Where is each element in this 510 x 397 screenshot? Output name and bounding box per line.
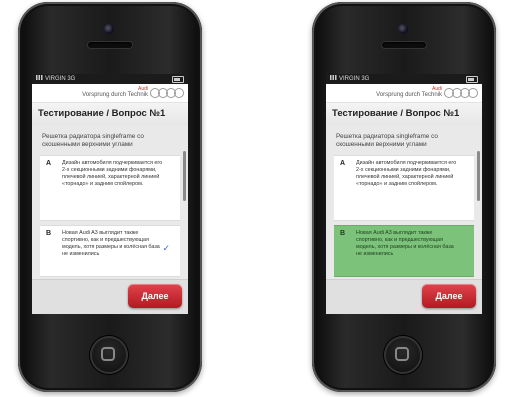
answer-b-correct[interactable]: B Новая Audi A3 выглядит также спортивно…: [334, 225, 474, 277]
answer-a[interactable]: A Дизайн автомобиля подчеркивается его 2…: [334, 155, 474, 221]
page-title: Тестирование / Вопрос №1: [38, 108, 166, 119]
status-bar: VIRGIN 3G: [326, 74, 482, 84]
footer-bar: Далее: [326, 279, 482, 314]
battery-icon: [466, 76, 478, 83]
home-button[interactable]: [90, 336, 128, 374]
page-title: Тестирование / Вопрос №1: [332, 108, 460, 119]
camera-icon: [398, 24, 408, 34]
answer-letter: A: [340, 160, 346, 167]
answer-b[interactable]: B Новая Audi A3 выглядит также спортивно…: [40, 225, 180, 277]
phone-screen: VIRGIN 3G Audi Vorsprung durch Technik Т…: [32, 74, 188, 314]
status-bar: VIRGIN 3G: [32, 74, 188, 84]
carrier: VIRGIN: [339, 76, 360, 82]
signal-icon: [36, 75, 44, 80]
answer-text: Новая Audi A3 выглядит также спортивно, …: [62, 230, 160, 257]
checkmark-icon: ✓: [162, 243, 170, 253]
answer-letter: B: [46, 230, 52, 237]
answer-letter: A: [46, 160, 52, 167]
brand-header: Audi Vorsprung durch Technik: [326, 84, 482, 103]
camera-icon: [104, 24, 114, 34]
battery-icon: [172, 76, 184, 83]
next-button[interactable]: Далее: [128, 284, 182, 308]
audi-rings-logo: [444, 88, 478, 98]
question-text: Решетка радиатора singleframe со скошенн…: [42, 133, 144, 148]
carrier: VIRGIN: [45, 76, 66, 82]
phone-right: VIRGIN 3G Audi Vorsprung durch Technik Т…: [312, 2, 496, 392]
speaker-grille: [382, 42, 426, 48]
brand-slogan: Vorsprung durch Technik: [376, 92, 442, 98]
title-bar: Тестирование / Вопрос №1: [32, 103, 188, 126]
phone-left: VIRGIN 3G Audi Vorsprung durch Technik Т…: [18, 2, 202, 392]
network: 3G: [67, 76, 76, 82]
title-bar: Тестирование / Вопрос №1: [326, 103, 482, 126]
home-square-icon: [101, 347, 115, 361]
answer-text: Дизайн автомобиля подчеркивается его 2-х…: [356, 160, 457, 187]
quiz-content[interactable]: Решетка радиатора singleframe со скошенн…: [326, 125, 482, 314]
signal-icon: [330, 75, 338, 80]
brand-slogan: Vorsprung durch Technik: [82, 92, 148, 98]
network: 3G: [361, 76, 370, 82]
audi-rings-logo: [150, 88, 184, 98]
home-button[interactable]: [384, 336, 422, 374]
footer-bar: Далее: [32, 279, 188, 314]
question-text: Решетка радиатора singleframe со скошенн…: [336, 133, 438, 148]
answer-text: Новая Audi A3 выглядит также спортивно, …: [356, 230, 454, 257]
phone-screen: VIRGIN 3G Audi Vorsprung durch Technik Т…: [326, 74, 482, 314]
scrollbar[interactable]: [477, 151, 480, 201]
answer-letter: B: [340, 230, 346, 237]
next-button[interactable]: Далее: [422, 284, 476, 308]
quiz-content[interactable]: Решетка радиатора singleframe со скошенн…: [32, 125, 188, 314]
brand-header: Audi Vorsprung durch Technik: [32, 84, 188, 103]
speaker-grille: [88, 42, 132, 48]
answer-a[interactable]: A Дизайн автомобиля подчеркивается его 2…: [40, 155, 180, 221]
scrollbar[interactable]: [183, 151, 186, 201]
answer-text: Дизайн автомобиля подчеркивается его 2-х…: [62, 160, 163, 187]
home-square-icon: [395, 347, 409, 361]
